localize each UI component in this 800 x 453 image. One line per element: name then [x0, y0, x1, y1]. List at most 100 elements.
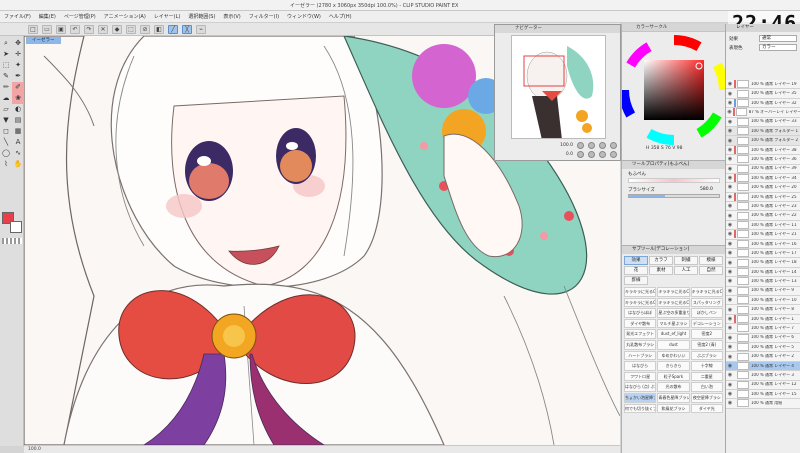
layer-row[interactable]: ◉ 100 % 通常 レイヤー 12	[726, 380, 800, 390]
eye-icon[interactable]: ◉	[726, 128, 734, 134]
auto-select-tool-icon[interactable]: ✦	[12, 60, 24, 71]
layer-row[interactable]: ◉ 100 % 通常 レイヤー 33	[726, 117, 800, 127]
layer-row[interactable]: ◉ 100 % 通常 レイヤー 39	[726, 164, 800, 174]
layer-row[interactable]: ◉ 87 % オーバーレイ レイヤー 14	[726, 108, 800, 118]
eye-icon[interactable]: ◉	[726, 297, 734, 303]
zoom-out-icon[interactable]	[577, 142, 584, 149]
eye-icon[interactable]: ◉	[726, 269, 734, 275]
brush-item[interactable]: dust_ef_light	[657, 329, 690, 339]
sub-color-swatch[interactable]	[10, 221, 22, 233]
layer-row[interactable]: ◉ 100 % 通常 レイヤー 13	[726, 277, 800, 287]
layer-row[interactable]: ◉ 100 % 通常 レイヤー 38	[726, 145, 800, 156]
eye-icon[interactable]: ◉	[726, 231, 734, 237]
eye-icon[interactable]: ◉	[726, 307, 734, 313]
brush-size-value[interactable]: 580.0	[700, 187, 713, 192]
rotate-left-icon[interactable]	[577, 151, 584, 158]
open-file-icon[interactable]: ▭	[42, 24, 52, 34]
flip-horizontal-icon[interactable]	[599, 151, 606, 158]
snap-special-ruler-icon[interactable]: ⌁	[196, 24, 206, 34]
layer-row[interactable]: ◉ 100 % 通常 用紙	[726, 399, 800, 409]
brush-item[interactable]: キラキラに光るCO B	[657, 287, 690, 297]
layer-row[interactable]: ◉ 100 % 通常 レイヤー 15	[726, 389, 800, 400]
eye-icon[interactable]: ◉	[726, 335, 734, 341]
eye-icon[interactable]: ◉	[726, 184, 734, 190]
category-tab[interactable]: 自然	[699, 266, 723, 275]
layer-row[interactable]: ◉ 100 % 通常 レイヤー 32	[726, 98, 800, 109]
canvas-tab[interactable]: イーゼラー	[26, 37, 61, 44]
layer-row[interactable]: ◉ 100 % 通常 レイヤー 9	[726, 286, 800, 296]
brush-item[interactable]: はなびら (点) ぶ の	[624, 382, 657, 392]
layer-row[interactable]: ◉ 100 % 通常 レイヤー 21	[726, 230, 800, 240]
snap-grid-icon[interactable]: ╳	[182, 24, 192, 34]
actual-size-icon[interactable]	[610, 142, 617, 149]
layer-row[interactable]: ◉ 100 % 通常 レイヤー 14	[726, 267, 800, 278]
eye-icon[interactable]: ◉	[726, 344, 734, 350]
brush-item[interactable]: 星ぶ空の多重塗りカ	[657, 308, 690, 318]
eye-icon[interactable]: ◉	[726, 81, 734, 87]
layer-row[interactable]: ◉ 100 % 通常 レイヤー 8	[726, 305, 800, 315]
brush-item[interactable]: 光の散布	[657, 382, 690, 392]
brush-item[interactable]: 密度2 (青)	[690, 339, 723, 350]
menu-item-6[interactable]: 表示(V)	[223, 13, 240, 20]
text-tool-icon[interactable]: A	[12, 137, 24, 148]
menu-item-5[interactable]: 選択範囲(S)	[188, 13, 215, 20]
eyedropper-tool-icon[interactable]: ✎	[0, 71, 12, 82]
eye-icon[interactable]: ◉	[726, 250, 734, 256]
layer-move-tool-icon[interactable]: ✛	[12, 49, 24, 60]
layer-row[interactable]: ◉ 100 % 通常 レイヤー 23	[726, 202, 800, 212]
brush-item[interactable]: きらきら	[657, 361, 690, 371]
blend-tool-icon[interactable]: ◐	[12, 104, 24, 115]
layer-row[interactable]: ◉ 100 % 通常 レイヤー 16	[726, 239, 800, 250]
layer-row[interactable]: ◉ 100 % 通常 レイヤー 4	[726, 361, 800, 372]
eye-icon[interactable]: ◉	[726, 100, 734, 106]
line-fix-tool-icon[interactable]: ∿	[12, 148, 24, 159]
layer-row[interactable]: ◉ 100 % 通常 レイヤー 20	[726, 183, 800, 193]
figure-tool-icon[interactable]: ◻	[0, 126, 12, 137]
save-icon[interactable]: ▣	[56, 24, 66, 34]
eye-icon[interactable]: ◉	[726, 109, 733, 115]
eye-icon[interactable]: ◉	[726, 119, 734, 125]
eye-icon[interactable]: ◉	[726, 138, 734, 144]
rotate-right-icon[interactable]	[588, 151, 595, 158]
layer-row[interactable]: ◉ 100 % 通常 レイヤー 11	[726, 220, 800, 231]
expression-color-select[interactable]: カラー	[759, 44, 797, 51]
brush-item[interactable]: フワトロ星	[624, 371, 657, 382]
zoom-tool-icon[interactable]: ⌕	[0, 38, 12, 49]
navigator-preview[interactable]	[511, 35, 606, 139]
menu-item-7[interactable]: フィルター(I)	[249, 13, 279, 20]
brush-item[interactable]: デコレーション	[690, 318, 723, 329]
deselect-icon[interactable]: ⊘	[140, 24, 150, 34]
layer-row[interactable]: ◉ 100 % 通常 レイヤー 6	[726, 333, 800, 343]
brush-item[interactable]: ぶぶブラシ	[690, 350, 723, 361]
eye-icon[interactable]: ◉	[726, 156, 734, 162]
reset-rotation-icon[interactable]	[610, 151, 617, 158]
eye-icon[interactable]: ◉	[726, 316, 734, 322]
eye-icon[interactable]: ◉	[726, 166, 734, 172]
fill-tool-icon[interactable]: ▼	[0, 115, 12, 126]
invert-selection-icon[interactable]: ◧	[154, 24, 164, 34]
eye-icon[interactable]: ◉	[726, 213, 734, 219]
menu-item-3[interactable]: アニメーション(A)	[104, 13, 146, 20]
brush-item[interactable]: 夜空星降ブラシ	[690, 392, 723, 403]
brush-item[interactable]: ちょかい泡星降ブラシ	[624, 392, 657, 403]
menu-item-4[interactable]: レイヤー(L)	[154, 13, 181, 20]
brush-item[interactable]: 十字線	[690, 361, 723, 371]
brush-item[interactable]: はなびら	[624, 361, 657, 371]
eye-icon[interactable]: ◉	[726, 147, 734, 153]
snap-ruler-icon[interactable]: ╱	[168, 24, 178, 34]
brush-item[interactable]: 粒子Spark	[657, 371, 690, 382]
undo-icon[interactable]: ↶	[70, 24, 80, 34]
new-file-icon[interactable]: □	[28, 24, 38, 34]
category-tab[interactable]: 効果	[624, 256, 648, 265]
layer-row[interactable]: ◉ 100 % 通常 レイヤー 19	[726, 80, 800, 90]
category-tab[interactable]: 模様	[699, 256, 723, 265]
selection-tool-icon[interactable]: ⬚	[0, 60, 12, 71]
eye-icon[interactable]: ◉	[726, 325, 734, 331]
eye-icon[interactable]: ◉	[726, 278, 734, 284]
layer-row[interactable]: ◉ 100 % 通常 フォルダー 2	[726, 136, 800, 146]
layer-row[interactable]: ◉ 100 % 通常 フォルダー 1	[726, 126, 800, 137]
layer-row[interactable]: ◉ 100 % 通常 レイヤー 36	[726, 155, 800, 165]
category-tab[interactable]: 刺繍	[674, 256, 698, 265]
blend-mode-select[interactable]: 通常	[759, 35, 797, 42]
brush-item[interactable]: 和風花ブラシ	[657, 403, 690, 414]
